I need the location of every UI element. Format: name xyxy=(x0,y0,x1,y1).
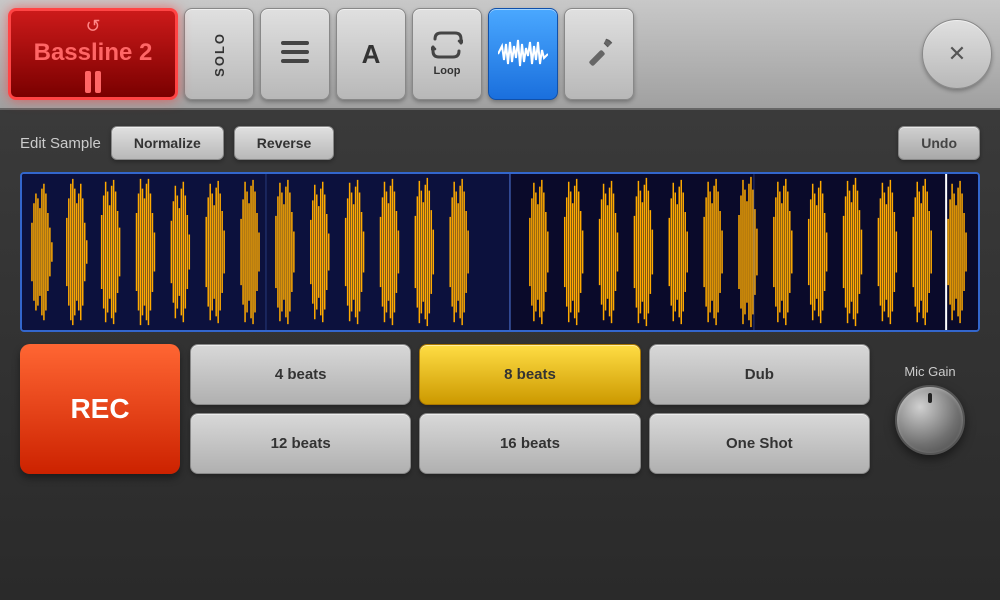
toolbar: ↺ Bassline 2 SOLO A xyxy=(0,0,1000,110)
font-icon: A xyxy=(362,41,381,67)
12beats-button[interactable]: 12 beats xyxy=(190,413,411,474)
solo-label: SOLO xyxy=(212,32,227,77)
close-icon: ✕ xyxy=(948,41,966,67)
normalize-button[interactable]: Normalize xyxy=(111,126,224,160)
knob-indicator xyxy=(928,393,932,403)
4beats-button[interactable]: 4 beats xyxy=(190,344,411,405)
wrench-icon xyxy=(584,37,614,71)
hamburger-icon xyxy=(281,41,309,67)
knob-body xyxy=(895,385,965,455)
waveform-display[interactable] xyxy=(20,172,980,332)
settings-button[interactable] xyxy=(564,8,634,100)
loop-icon: ↺ xyxy=(85,16,100,37)
solo-button[interactable]: SOLO xyxy=(184,8,254,100)
undo-button[interactable]: Undo xyxy=(898,126,980,160)
loop-button[interactable]: Loop xyxy=(412,8,482,100)
reverse-button[interactable]: Reverse xyxy=(234,126,335,160)
bottom-controls: REC 4 beats 8 beats Dub 12 beats 16 beat… xyxy=(20,344,980,474)
bassline-button[interactable]: ↺ Bassline 2 xyxy=(8,8,178,100)
8beats-button[interactable]: 8 beats xyxy=(419,344,640,405)
close-button[interactable]: ✕ xyxy=(922,19,992,89)
rec-button[interactable]: REC xyxy=(20,344,180,474)
dub-button[interactable]: Dub xyxy=(649,344,870,405)
beat-grid: 4 beats 8 beats Dub 12 beats 16 beats On… xyxy=(190,344,870,474)
menu-button[interactable] xyxy=(260,8,330,100)
16beats-button[interactable]: 16 beats xyxy=(419,413,640,474)
mic-gain-label: Mic Gain xyxy=(904,364,955,379)
bassline-label: Bassline 2 xyxy=(34,39,153,67)
edit-sample-row: Edit Sample Normalize Reverse Undo xyxy=(20,126,980,160)
oneshot-button[interactable]: One Shot xyxy=(649,413,870,474)
main-content: Edit Sample Normalize Reverse Undo xyxy=(0,110,1000,600)
mic-gain-knob[interactable] xyxy=(895,385,965,455)
waveform-svg xyxy=(22,174,978,330)
loop-label: Loop xyxy=(434,65,461,77)
mic-gain-section: Mic Gain xyxy=(880,344,980,474)
font-button[interactable]: A xyxy=(336,8,406,100)
edit-sample-label: Edit Sample xyxy=(20,135,101,152)
loop-icon xyxy=(431,31,463,63)
waveform-button[interactable] xyxy=(488,8,558,100)
